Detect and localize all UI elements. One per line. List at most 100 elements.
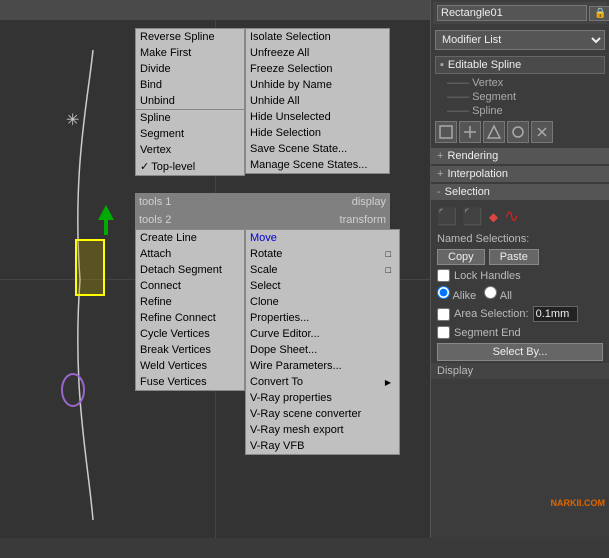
toolbar-icon-1[interactable] xyxy=(435,121,457,143)
menu-item-isolate[interactable]: Isolate Selection xyxy=(246,29,389,45)
menu-item-freeze-selection[interactable]: Freeze Selection xyxy=(246,61,389,77)
menu-item-weld-vertices[interactable]: Weld Vertices xyxy=(136,358,244,374)
alike-radio[interactable] xyxy=(437,286,450,299)
menu-item-unbind[interactable]: Unbind xyxy=(136,93,244,109)
tree-container: —— Vertex —— Segment —— Spline xyxy=(431,76,609,118)
all-radio-label[interactable]: All xyxy=(484,286,512,302)
menu-item-unhide-by-name[interactable]: Unhide by Name xyxy=(246,77,389,93)
menu-item-cycle-vertices[interactable]: Cycle Vertices xyxy=(136,326,244,342)
area-selection-label: Area Selection: xyxy=(454,308,529,320)
menu-item-vray-properties[interactable]: V-Ray properties xyxy=(246,390,399,406)
menu-item-reverse-spline[interactable]: Reverse Spline xyxy=(136,29,244,45)
menu-item-save-scene[interactable]: Save Scene State... xyxy=(246,141,389,157)
menu-item-wire-params[interactable]: Wire Parameters... xyxy=(246,358,399,374)
toolbar-icon-3[interactable] xyxy=(483,121,505,143)
rendering-label: Rendering xyxy=(447,150,498,162)
section-rendering: + Rendering xyxy=(431,148,609,164)
section-rendering-header[interactable]: + Rendering xyxy=(431,148,609,164)
named-selections-label: Named Selections: xyxy=(431,231,609,247)
section-selection: - Selection xyxy=(431,184,609,200)
select-by-button[interactable]: Select By... xyxy=(437,343,603,361)
alike-radio-label[interactable]: Alike xyxy=(437,286,476,302)
tools-bar-1-right: display xyxy=(352,196,386,208)
menu-item-clone[interactable]: Clone xyxy=(246,294,399,310)
rotate-icon: □ xyxy=(386,249,391,259)
toolbar-icon-5[interactable] xyxy=(531,121,553,143)
toolbar-icon-4[interactable] xyxy=(507,121,529,143)
tree-item-segment[interactable]: —— Segment xyxy=(431,90,609,104)
menu-item-detach-segment[interactable]: Detach Segment xyxy=(136,262,244,278)
menu-item-convert-to[interactable]: Convert To xyxy=(246,374,399,390)
modifier-list-dropdown[interactable]: Modifier List xyxy=(435,30,605,50)
menu-item-properties[interactable]: Properties... xyxy=(246,310,399,326)
menu-item-top-level[interactable]: Top-level xyxy=(136,158,244,175)
menu-item-dope-sheet[interactable]: Dope Sheet... xyxy=(246,342,399,358)
lock-handles-label: Lock Handles xyxy=(454,270,521,282)
menu-item-scale[interactable]: Scale □ xyxy=(246,262,399,278)
section-interpolation-header[interactable]: + Interpolation xyxy=(431,166,609,182)
segment-end-label: Segment End xyxy=(454,327,521,339)
menu-item-create-line[interactable]: Create Line xyxy=(136,230,244,246)
display-section-label: Display xyxy=(431,363,609,379)
toolbar-icon-2[interactable] xyxy=(459,121,481,143)
menu-item-unhide-all[interactable]: Unhide All xyxy=(246,93,389,109)
all-radio[interactable] xyxy=(484,286,497,299)
interpolation-label: Interpolation xyxy=(447,168,508,180)
editable-spline-expand: ▪ xyxy=(440,59,444,71)
corner-vertex-icon[interactable]: ⬛ xyxy=(437,207,457,227)
tree-item-spline[interactable]: —— Spline xyxy=(431,104,609,118)
menu-item-attach[interactable]: Attach xyxy=(136,246,244,262)
segment-end-checkbox[interactable] xyxy=(437,326,450,339)
menu-item-hide-unselected[interactable]: Hide Unselected xyxy=(246,109,389,125)
lock-handles-checkbox[interactable] xyxy=(437,269,450,282)
menu-item-connect[interactable]: Connect xyxy=(136,278,244,294)
toolbar-icons xyxy=(431,118,609,146)
area-selection-input[interactable] xyxy=(533,306,578,322)
right-panel: 🔒 Modifier List ▪ Editable Spline —— Ver… xyxy=(430,0,609,538)
menu-item-divide[interactable]: Divide xyxy=(136,61,244,77)
lock-handles-row: Lock Handles xyxy=(431,267,609,284)
menu-item-curve-editor[interactable]: Curve Editor... xyxy=(246,326,399,342)
menu-item-make-first[interactable]: Make First xyxy=(136,45,244,61)
tools-bar-1-left: tools 1 xyxy=(139,196,171,208)
menu-item-spline[interactable]: Spline xyxy=(136,109,244,126)
segment-end-row: Segment End xyxy=(431,324,609,341)
tree-item-vertex[interactable]: —— Vertex xyxy=(431,76,609,90)
narkii-watermark: NARKII.COM xyxy=(551,498,606,508)
context-menu-left: Reverse Spline Make First Divide Bind Un… xyxy=(135,28,245,176)
menu-item-unfreeze-all[interactable]: Unfreeze All xyxy=(246,45,389,61)
menu-item-manage-scene[interactable]: Manage Scene States... xyxy=(246,157,389,173)
menu-item-bind[interactable]: Bind xyxy=(136,77,244,93)
menu-item-break-vertices[interactable]: Break Vertices xyxy=(136,342,244,358)
context-menu-right-top: Isolate Selection Unfreeze All Freeze Se… xyxy=(245,28,390,174)
menu-item-rotate[interactable]: Rotate □ xyxy=(246,246,399,262)
menu-item-vray-vfb[interactable]: V-Ray VFB xyxy=(246,438,399,454)
tools-bar-2-right: transform xyxy=(340,214,386,226)
bezier-corner-icon[interactable]: ∿ xyxy=(504,206,519,227)
menu-item-vray-converter[interactable]: V-Ray scene converter xyxy=(246,406,399,422)
object-name-lock[interactable]: 🔒 xyxy=(589,6,609,21)
menu-item-refine-connect[interactable]: Refine Connect xyxy=(136,310,244,326)
context-menu-bottom-right: Move Rotate □ Scale □ Select Clone Prope… xyxy=(245,229,400,455)
menu-item-vertex[interactable]: Vertex xyxy=(136,142,244,158)
tools-bar-2: tools 2 transform xyxy=(135,211,390,229)
menu-item-segment[interactable]: Segment xyxy=(136,126,244,142)
interpolation-sign: + xyxy=(437,168,443,180)
modifier-list-container: Modifier List xyxy=(431,26,609,54)
menu-item-select[interactable]: Select xyxy=(246,278,399,294)
alike-all-group: Alike All xyxy=(431,284,609,304)
menu-item-vray-mesh[interactable]: V-Ray mesh export xyxy=(246,422,399,438)
menu-item-hide-selection[interactable]: Hide Selection xyxy=(246,125,389,141)
copy-paste-row: Copy Paste xyxy=(431,247,609,267)
smooth-vertex-icon[interactable]: ⬛ xyxy=(463,207,483,227)
copy-button[interactable]: Copy xyxy=(437,249,485,265)
menu-item-move[interactable]: Move xyxy=(246,230,399,246)
paste-button[interactable]: Paste xyxy=(489,249,539,265)
menu-item-fuse-vertices[interactable]: Fuse Vertices xyxy=(136,374,244,390)
section-selection-header[interactable]: - Selection xyxy=(431,184,609,200)
bezier-vertex-icon[interactable]: ◆ xyxy=(489,210,498,224)
area-selection-checkbox[interactable] xyxy=(437,308,450,321)
selection-label: Selection xyxy=(445,186,490,198)
object-name-input[interactable] xyxy=(437,5,587,21)
menu-item-refine[interactable]: Refine xyxy=(136,294,244,310)
